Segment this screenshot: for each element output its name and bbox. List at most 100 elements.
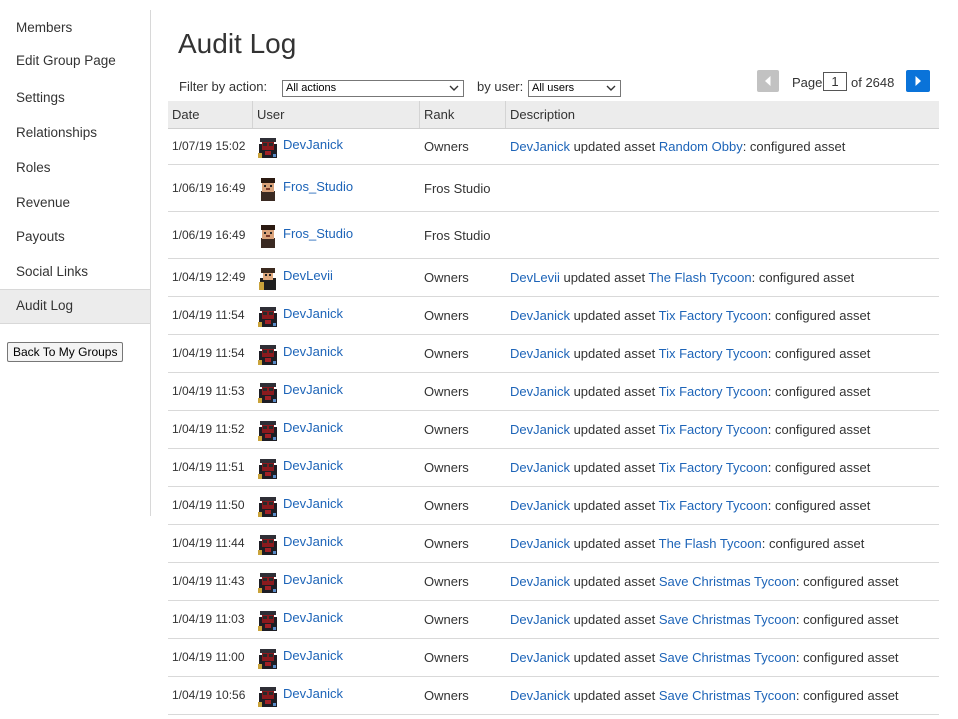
row-user-link[interactable]: DevJanick (283, 137, 343, 152)
description-user-link[interactable]: DevJanick (510, 384, 570, 399)
row-rank: Owners (424, 536, 469, 551)
table-row: 1/04/19 11:52 DevJanick Owners DevJanick up… (168, 411, 939, 449)
description-user-link[interactable]: DevJanick (510, 346, 570, 361)
description-tail-text: : configured asset (767, 422, 871, 437)
description-asset-link[interactable]: Save Christmas Tycoon (659, 650, 796, 665)
description-tail-text: : configured asset (751, 270, 855, 285)
sidebar-item-social-links[interactable]: Social Links (16, 264, 88, 279)
user-avatar[interactable] (257, 224, 279, 248)
row-user-link[interactable]: DevJanick (283, 496, 343, 511)
row-user-link[interactable]: DevJanick (283, 458, 343, 473)
table-row: 1/04/19 12:49 DevLevii Owners DevLevii upda… (168, 259, 939, 297)
description-asset-link[interactable]: Tix Factory Tycoon (659, 422, 768, 437)
description-action-text: updated asset (559, 270, 649, 285)
row-user-link[interactable]: Fros_Studio (283, 179, 353, 194)
row-user-link[interactable]: DevJanick (283, 534, 343, 549)
description-asset-link[interactable]: Tix Factory Tycoon (659, 346, 768, 361)
row-user-link[interactable]: DevJanick (283, 306, 343, 321)
user-filter-select[interactable]: All users (528, 80, 621, 97)
user-avatar[interactable] (257, 304, 279, 328)
table-row: 1/04/19 10:56 DevJanick Owners DevJanick up… (168, 677, 939, 715)
description-user-link[interactable]: DevJanick (510, 139, 570, 154)
sidebar-item-members[interactable]: Members (16, 20, 72, 35)
row-user-link[interactable]: Fros_Studio (283, 226, 353, 241)
description-asset-link[interactable]: Save Christmas Tycoon (659, 688, 796, 703)
sidebar-item-edit-group-page[interactable]: Edit Group Page (16, 53, 116, 68)
description-action-text: updated asset (569, 422, 659, 437)
user-filter-value: All users (532, 82, 575, 94)
user-avatar[interactable] (257, 532, 279, 556)
action-filter-select[interactable]: All actions (282, 80, 464, 97)
row-user-link[interactable]: DevJanick (283, 420, 343, 435)
sidebar-item-relationships[interactable]: Relationships (16, 125, 97, 140)
description-user-link[interactable]: DevJanick (510, 308, 570, 323)
user-avatar[interactable] (257, 570, 279, 594)
row-description: DevJanick updated asset Save Christmas T… (510, 650, 899, 665)
description-asset-link[interactable]: Tix Factory Tycoon (659, 384, 768, 399)
sidebar-item-roles[interactable]: Roles (16, 160, 51, 175)
table-row: 1/04/19 11:51 DevJanick Owners DevJanick up… (168, 449, 939, 487)
table-row: 1/04/19 11:00 DevJanick Owners DevJanick up… (168, 639, 939, 677)
description-user-link[interactable]: DevJanick (510, 460, 570, 475)
description-user-link[interactable]: DevJanick (510, 536, 570, 551)
table-row: 1/04/19 11:53 DevJanick Owners DevJanick up… (168, 373, 939, 411)
user-avatar[interactable] (257, 646, 279, 670)
row-rank: Owners (424, 574, 469, 589)
row-user-link[interactable]: DevJanick (283, 610, 343, 625)
description-asset-link[interactable]: Random Obby (659, 139, 743, 154)
description-user-link[interactable]: DevLevii (510, 270, 560, 285)
page-number-input[interactable]: 1 (823, 72, 847, 91)
description-asset-link[interactable]: Tix Factory Tycoon (659, 498, 768, 513)
user-avatar[interactable] (257, 684, 279, 708)
description-tail-text: : configured asset (742, 139, 846, 154)
back-to-my-groups-button[interactable]: Back To My Groups (7, 342, 124, 362)
next-page-button[interactable] (906, 70, 930, 92)
row-user-link[interactable]: DevJanick (283, 648, 343, 663)
chevron-down-icon (449, 85, 459, 91)
user-avatar[interactable] (257, 380, 279, 404)
description-user-link[interactable]: DevJanick (510, 574, 570, 589)
row-user-link[interactable]: DevJanick (283, 572, 343, 587)
row-rank: Owners (424, 308, 469, 323)
user-avatar[interactable] (257, 342, 279, 366)
row-date: 1/04/19 12:49 (172, 270, 246, 284)
description-user-link[interactable]: DevJanick (510, 612, 570, 627)
sidebar-item-revenue[interactable]: Revenue (16, 195, 70, 210)
description-asset-link[interactable]: Tix Factory Tycoon (659, 308, 768, 323)
user-avatar[interactable] (257, 456, 279, 480)
description-user-link[interactable]: DevJanick (510, 688, 570, 703)
table-row: 1/06/19 16:49 Fros_Studio Fros Studio (168, 165, 939, 212)
description-action-text: updated asset (569, 308, 659, 323)
column-header-date: Date (172, 107, 200, 122)
row-date: 1/04/19 11:54 (172, 308, 245, 322)
row-description: DevJanick updated asset Tix Factory Tyco… (510, 460, 870, 475)
description-asset-link[interactable]: Save Christmas Tycoon (659, 574, 796, 589)
description-asset-link[interactable]: The Flash Tycoon (649, 270, 752, 285)
table-header: Date User Rank Description (168, 101, 939, 129)
description-tail-text: : configured asset (761, 536, 865, 551)
user-avatar[interactable] (257, 177, 279, 201)
description-user-link[interactable]: DevJanick (510, 650, 570, 665)
user-avatar[interactable] (257, 608, 279, 632)
row-user-link[interactable]: DevJanick (283, 382, 343, 397)
row-rank: Owners (424, 612, 469, 627)
description-action-text: updated asset (569, 384, 659, 399)
user-avatar[interactable] (257, 418, 279, 442)
description-user-link[interactable]: DevJanick (510, 422, 570, 437)
description-asset-link[interactable]: The Flash Tycoon (659, 536, 762, 551)
user-avatar[interactable] (257, 494, 279, 518)
description-asset-link[interactable]: Tix Factory Tycoon (659, 460, 768, 475)
user-avatar[interactable] (257, 266, 279, 290)
sidebar-item-payouts[interactable]: Payouts (16, 229, 65, 244)
description-asset-link[interactable]: Save Christmas Tycoon (659, 612, 796, 627)
row-rank: Owners (424, 384, 469, 399)
sidebar-item-audit-log[interactable]: Audit Log (0, 289, 150, 324)
row-user-link[interactable]: DevJanick (283, 344, 343, 359)
description-user-link[interactable]: DevJanick (510, 498, 570, 513)
description-action-text: updated asset (569, 460, 659, 475)
sidebar-item-settings[interactable]: Settings (16, 90, 65, 105)
row-user-link[interactable]: DevJanick (283, 686, 343, 701)
previous-page-button[interactable] (757, 70, 779, 92)
user-avatar[interactable] (257, 135, 279, 159)
row-user-link[interactable]: DevLevii (283, 268, 333, 283)
